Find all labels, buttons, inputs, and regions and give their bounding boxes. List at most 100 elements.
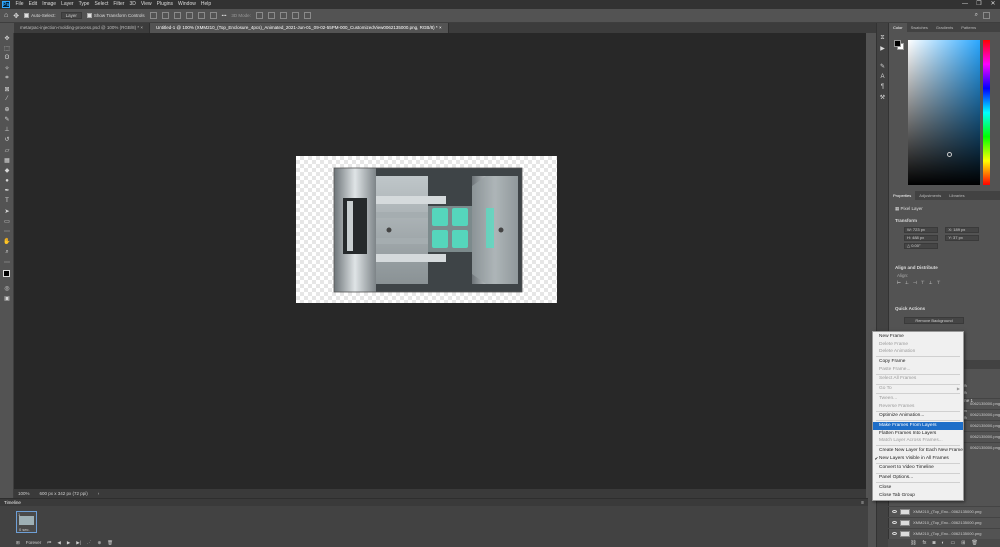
width-field[interactable]: W: 723 px: [904, 227, 938, 233]
home-icon[interactable]: ⌂: [4, 12, 8, 19]
menu-item-optimize-animation[interactable]: Optimize Animation...: [873, 412, 963, 420]
dodge-tool-icon[interactable]: ●: [0, 176, 14, 186]
height-field[interactable]: H: 488 px: [904, 235, 938, 241]
crop-tool-icon[interactable]: ⌗: [0, 74, 14, 84]
rectangle-tool-icon[interactable]: ▭: [0, 216, 14, 226]
color-picker-field[interactable]: [908, 40, 980, 185]
tab-adjustments[interactable]: Adjustments: [915, 191, 945, 200]
align-bottom-icon[interactable]: [209, 12, 217, 19]
delete-layer-icon[interactable]: 🗑: [971, 540, 977, 546]
frame-delay[interactable]: 0 sec.: [19, 527, 30, 532]
menu-filter[interactable]: Filter: [111, 0, 127, 9]
search-icon[interactable]: ⌕: [975, 12, 978, 19]
transform-controls-checkbox[interactable]: [86, 13, 92, 19]
quick-mask-icon[interactable]: ◎: [0, 283, 14, 293]
foreground-color-swatch[interactable]: [894, 40, 901, 47]
loop-options[interactable]: Forever: [26, 540, 42, 545]
paragraph-panel-icon[interactable]: ¶: [877, 82, 888, 92]
menu-item-copy-frame[interactable]: Copy Frame: [873, 358, 963, 366]
3d-scale-icon[interactable]: [303, 12, 311, 19]
menu-layer[interactable]: Layer: [59, 0, 77, 9]
menu-item-close-tab-group[interactable]: Close Tab Group: [873, 492, 963, 500]
layer-mask-icon[interactable]: ◙: [932, 540, 935, 546]
menu-item-convert-to-video-timeline[interactable]: Convert to Video Timeline: [873, 464, 963, 472]
new-group-icon[interactable]: ▭: [951, 540, 956, 546]
tab-injection-molding-psd[interactable]: metarpac-injection-molding-process.psd @…: [14, 23, 151, 33]
tab-swatches[interactable]: Swatches: [907, 23, 932, 32]
3d-pan-icon[interactable]: [279, 12, 287, 19]
foreground-background-color[interactable]: [0, 267, 14, 283]
align-left-icon[interactable]: [149, 12, 157, 19]
menu-window[interactable]: Window: [176, 0, 199, 9]
zoom-tool-icon[interactable]: ⌕: [0, 247, 14, 257]
3d-slide-icon[interactable]: [291, 12, 299, 19]
layer-row[interactable]: XMM210_(Top_Enc...0062135000.png: [888, 517, 1000, 527]
healing-brush-tool-icon[interactable]: ⊕: [0, 104, 14, 114]
menu-view[interactable]: View: [138, 0, 154, 9]
auto-select-checkbox[interactable]: [24, 13, 30, 19]
move-tool-icon[interactable]: ✥: [0, 33, 14, 43]
tab-properties[interactable]: Properties: [889, 191, 916, 200]
edit-toolbar-icon[interactable]: ⋯: [0, 257, 14, 267]
first-frame-icon[interactable]: ⏮: [47, 540, 51, 545]
menu-help[interactable]: Help: [198, 0, 213, 9]
adjustment-layer-icon[interactable]: ◐: [941, 540, 944, 546]
more-tools-icon[interactable]: ⋯: [0, 227, 14, 237]
link-layers-icon[interactable]: ⛓: [910, 540, 916, 546]
menu-item-new-frame[interactable]: New Frame: [873, 333, 963, 341]
auto-select-option[interactable]: Auto-Select:: [24, 13, 56, 19]
menu-3d[interactable]: 3D: [127, 0, 138, 9]
menu-image[interactable]: Image: [40, 0, 59, 9]
menu-file[interactable]: File: [13, 0, 26, 9]
screen-mode-icon[interactable]: ▣: [0, 294, 14, 304]
menu-plugins[interactable]: Plugins: [154, 0, 175, 9]
brush-tool-icon[interactable]: ✎: [0, 115, 14, 125]
align-middle-icon[interactable]: [197, 12, 205, 19]
frame-tool-icon[interactable]: ⊠: [0, 84, 14, 94]
animation-frame-1[interactable]: 1 0 sec.: [16, 511, 37, 533]
document-canvas[interactable]: [296, 156, 557, 303]
minimize-icon[interactable]: —: [958, 0, 972, 9]
zoom-level[interactable]: 100%: [18, 491, 30, 496]
tab-untitled-1[interactable]: Untitled-1 @ 100% (XMM210_(Top_Enclosure…: [150, 23, 449, 33]
brush-settings-icon[interactable]: ✎: [877, 61, 888, 71]
move-tool-icon[interactable]: ✥: [13, 12, 19, 20]
menu-item-make-frames-from-layers[interactable]: Make Frames From Layers: [873, 422, 963, 430]
menu-type[interactable]: Type: [76, 0, 92, 9]
transform-controls-option[interactable]: Show Transform Controls: [86, 13, 145, 19]
marquee-tool-icon[interactable]: ⬚: [0, 43, 14, 53]
foreground-swatch[interactable]: [3, 270, 10, 278]
layer-name[interactable]: XMM210_(Top_Enc...0062135000.png: [913, 507, 982, 517]
new-layer-icon[interactable]: ⊞: [961, 540, 965, 546]
layer-name[interactable]: 0062135000.png: [970, 421, 1000, 431]
layer-name[interactable]: 0062135000.png: [970, 432, 1000, 442]
align-right-icon[interactable]: [173, 12, 181, 19]
eye-icon[interactable]: [892, 521, 897, 524]
previous-frame-icon[interactable]: ◀: [57, 540, 60, 546]
workspace-icon[interactable]: [983, 12, 990, 19]
tab-patterns[interactable]: Patterns: [957, 23, 980, 32]
layer-name[interactable]: 0062135000.png: [970, 410, 1000, 420]
color-swatches[interactable]: [894, 40, 904, 50]
menu-item-create-new-layer-for-each-new-frame[interactable]: Create New Layer for Each New Frame: [873, 447, 963, 455]
3d-orbit-icon[interactable]: [255, 12, 263, 19]
tab-libraries[interactable]: Libraries: [945, 191, 968, 200]
auto-select-target-dropdown[interactable]: Layer: [60, 12, 82, 19]
align-buttons[interactable]: ⊢⊥⊣⊤⊥⊤: [897, 280, 945, 286]
tab-gradients[interactable]: Gradients: [932, 23, 957, 32]
maximize-icon[interactable]: ❐: [972, 0, 986, 9]
actions-panel-icon[interactable]: ▶: [877, 43, 888, 53]
3d-roll-icon[interactable]: [267, 12, 275, 19]
delete-frame-icon[interactable]: 🗑: [107, 540, 113, 546]
close-icon[interactable]: ✕: [986, 0, 1000, 9]
path-selection-tool-icon[interactable]: ➤: [0, 206, 14, 216]
document-size[interactable]: 600 px x 342 px (72 ppi): [40, 491, 88, 496]
remove-background-button[interactable]: Remove Background: [904, 317, 964, 324]
duplicate-frame-icon[interactable]: ⊕: [97, 540, 101, 546]
hand-tool-icon[interactable]: ✋: [0, 237, 14, 247]
eraser-tool-icon[interactable]: ▱: [0, 145, 14, 155]
timeline-menu-icon[interactable]: ≡: [861, 500, 864, 506]
pen-tool-icon[interactable]: ✒: [0, 186, 14, 196]
color-picker-cursor[interactable]: [947, 152, 952, 157]
next-frame-icon[interactable]: ▶|: [76, 540, 81, 546]
